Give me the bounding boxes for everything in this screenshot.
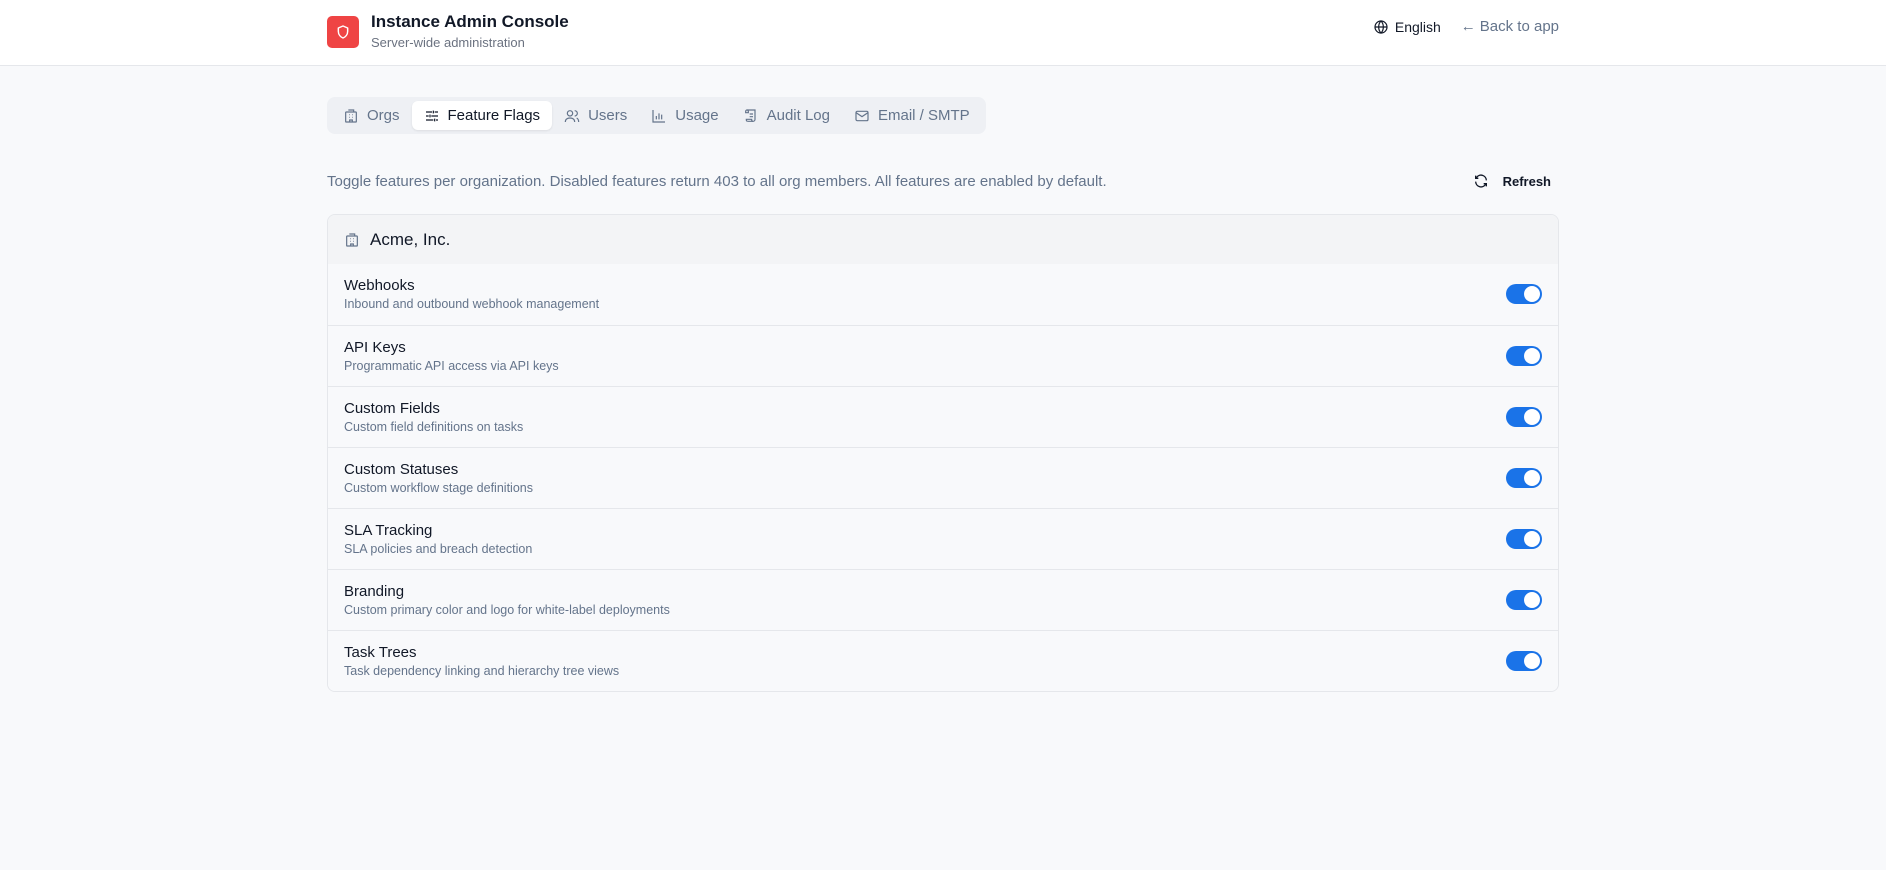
users-icon: [564, 109, 580, 122]
feature-row-branding: Branding Custom primary color and logo f…: [328, 569, 1558, 630]
building-icon: [345, 108, 357, 123]
tab-audit-log-label: Audit Log: [766, 107, 830, 124]
org-feature-card: Acme, Inc. Webhooks Inbound and outbound…: [327, 214, 1559, 692]
app-subtitle: Server-wide administration: [371, 35, 525, 50]
webhooks-toggle[interactable]: [1506, 284, 1542, 304]
admin-tabs: Orgs Feature Flags Users Usage Audit Log…: [327, 97, 986, 134]
sliders-icon: [425, 110, 438, 121]
api-keys-toggle[interactable]: [1506, 346, 1542, 366]
feature-description: Custom field definitions on tasks: [344, 420, 524, 434]
org-name: Acme, Inc.: [370, 229, 451, 249]
org-header: Acme, Inc.: [328, 215, 1558, 264]
toggle-knob: [1524, 286, 1540, 302]
feature-row-task-trees: Task Trees Task dependency linking and h…: [328, 630, 1558, 691]
brand: Instance Admin Console Server-wide admin…: [327, 12, 569, 51]
refresh-icon: [1474, 174, 1487, 188]
task-trees-toggle[interactable]: [1506, 651, 1542, 671]
building-icon: [346, 232, 358, 247]
feature-row-sla-tracking: SLA Tracking SLA policies and breach det…: [328, 508, 1558, 569]
language-selector[interactable]: English: [1373, 19, 1441, 35]
page-description: Toggle features per organization. Disabl…: [327, 173, 1107, 190]
feature-name: Webhooks: [344, 277, 415, 294]
toggle-knob: [1524, 653, 1540, 669]
mail-icon: [855, 110, 869, 121]
feature-row-custom-fields: Custom Fields Custom field definitions o…: [328, 386, 1558, 447]
tab-feature-flags[interactable]: Feature Flags: [411, 101, 553, 130]
custom-fields-toggle[interactable]: [1506, 407, 1542, 427]
feature-name: SLA Tracking: [344, 522, 433, 539]
feature-description: Custom workflow stage definitions: [344, 481, 533, 495]
feature-description: SLA policies and breach detection: [344, 542, 533, 556]
feature-description: Programmatic API access via API keys: [344, 359, 559, 373]
shield-logo-icon: [327, 15, 359, 48]
top-bar: Instance Admin Console Server-wide admin…: [0, 0, 1886, 66]
back-to-app-label: Back to app: [1479, 18, 1559, 35]
feature-name: Custom Fields: [344, 400, 440, 417]
feature-row-api-keys: API Keys Programmatic API access via API…: [328, 325, 1558, 386]
globe-icon: [1374, 19, 1388, 34]
feature-description: Custom primary color and logo for white-…: [344, 603, 670, 617]
refresh-label: Refresh: [1502, 173, 1551, 189]
tab-feature-flags-label: Feature Flags: [447, 107, 541, 124]
arrow-left-icon: ←: [1460, 18, 1476, 35]
feature-row-webhooks: Webhooks Inbound and outbound webhook ma…: [328, 264, 1558, 325]
feature-name: Task Trees: [344, 644, 417, 661]
feature-name: Branding: [344, 583, 405, 600]
tab-orgs[interactable]: Orgs: [331, 101, 412, 130]
tab-email-smtp[interactable]: Email / SMTP: [842, 101, 982, 130]
bar-chart-icon: [652, 109, 666, 123]
scroll-icon: [744, 108, 756, 122]
tab-orgs-label: Orgs: [367, 107, 400, 124]
toggle-knob: [1524, 409, 1540, 425]
tab-usage-label: Usage: [675, 107, 719, 124]
feature-name: API Keys: [344, 339, 406, 356]
feature-row-custom-statuses: Custom Statuses Custom workflow stage de…: [328, 447, 1558, 508]
tab-audit-log[interactable]: Audit Log: [731, 101, 842, 130]
tab-users-label: Users: [588, 107, 628, 124]
toggle-knob: [1524, 592, 1540, 608]
toggle-knob: [1524, 470, 1540, 486]
feature-name: Custom Statuses: [344, 461, 459, 478]
toggle-knob: [1524, 348, 1540, 364]
app-title: Instance Admin Console: [371, 12, 569, 31]
toggle-knob: [1524, 531, 1540, 547]
tab-usage[interactable]: Usage: [639, 101, 730, 130]
tab-email-smtp-label: Email / SMTP: [877, 107, 970, 124]
sla-tracking-toggle[interactable]: [1506, 529, 1542, 549]
feature-description: Inbound and outbound webhook management: [344, 297, 600, 311]
branding-toggle[interactable]: [1506, 590, 1542, 610]
tab-users[interactable]: Users: [552, 101, 639, 130]
custom-statuses-toggle[interactable]: [1506, 468, 1542, 488]
feature-description: Task dependency linking and hierarchy tr…: [344, 664, 620, 678]
back-to-app-link[interactable]: ← Back to app: [1461, 18, 1559, 35]
refresh-button[interactable]: Refresh: [1471, 167, 1559, 195]
language-label: English: [1394, 18, 1441, 35]
